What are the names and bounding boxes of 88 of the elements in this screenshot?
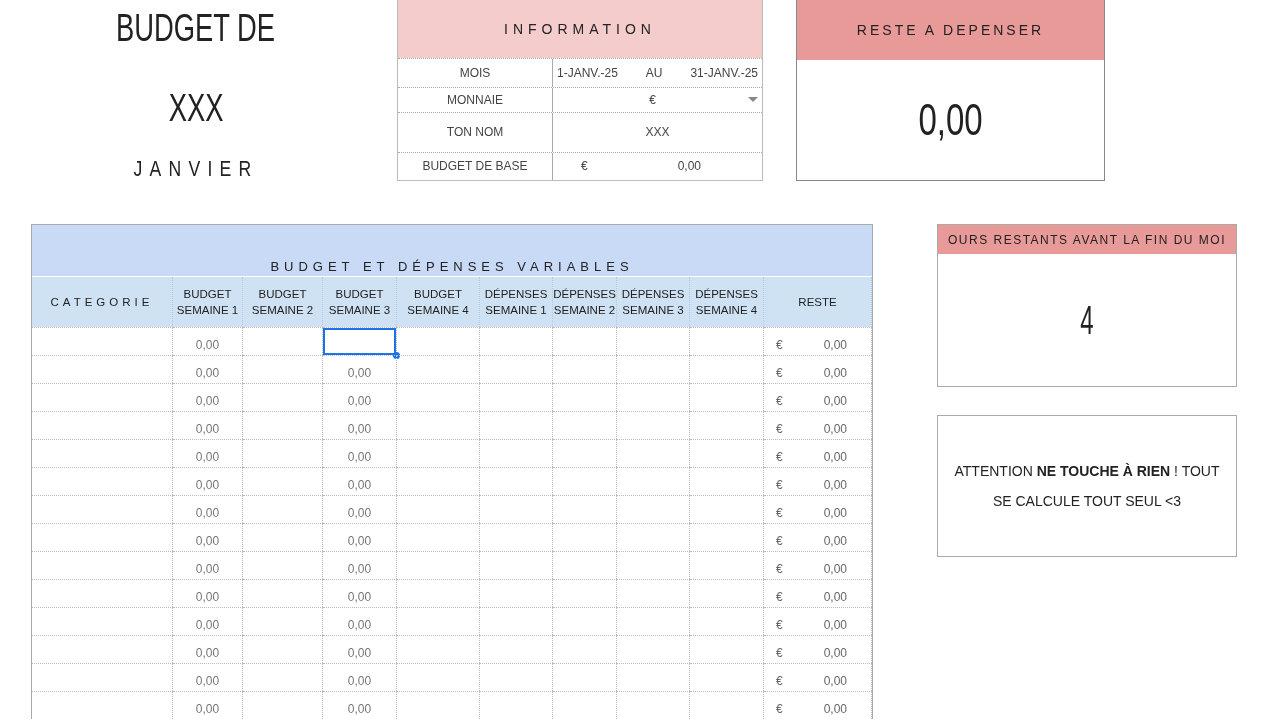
- table-cell: 0,00: [173, 607, 243, 635]
- table-cell: € 0,00: [764, 579, 872, 607]
- remaining-heading: RESTE A DEPENSER: [797, 0, 1104, 60]
- column-header: BUDGET SEMAINE 2: [243, 277, 323, 327]
- table-cell: [553, 439, 617, 467]
- table-cell: 0,00: [173, 383, 243, 411]
- page-title: XXX: [168, 88, 224, 128]
- table-cell[interactable]: 0,00: [323, 523, 397, 551]
- column-header: RESTE: [764, 277, 872, 327]
- column-header: DÉPENSES SEMAINE 3: [617, 277, 690, 327]
- amount-value: 0,00: [677, 159, 702, 174]
- table-cell: 0,00: [173, 635, 243, 663]
- info-label: BUDGET DE BASE: [398, 152, 553, 180]
- table-cell[interactable]: 0,00: [323, 663, 397, 691]
- currency-value: €: [649, 92, 656, 107]
- table-cell: 0,00: [173, 467, 243, 495]
- table-cell: € 0,00: [764, 383, 872, 411]
- table-cell: € 0,00: [764, 691, 872, 719]
- column-header: DÉPENSES SEMAINE 1: [480, 277, 553, 327]
- table-cell: € 0,00: [764, 663, 872, 691]
- table-cell: € 0,00: [764, 523, 872, 551]
- table-cell[interactable]: 0,00: [323, 607, 397, 635]
- table-cell[interactable]: 0,00: [323, 495, 397, 523]
- days-left-heading: OURS RESTANTS AVANT LA FIN DU MOI: [938, 225, 1236, 254]
- table-cell[interactable]: 0,00: [323, 551, 397, 579]
- table-title: BUDGET ET DÉPENSES VARIABLES: [32, 225, 872, 277]
- table-cell: 0,00: [173, 579, 243, 607]
- table-cell: 0,00: [173, 411, 243, 439]
- table-cell: [553, 355, 617, 383]
- table-cell: € 0,00: [764, 495, 872, 523]
- warning-note: ATTENTION NE TOUCHE À RIEN ! TOUT SE CALCULE TOUT SEUL <3: [953, 462, 1221, 511]
- name-value: XXX: [645, 125, 670, 140]
- dropdown-caret-icon[interactable]: [748, 97, 758, 103]
- remaining-value: 0,00: [917, 94, 984, 146]
- table-cell: € 0,00: [764, 607, 872, 635]
- table-cell: [553, 383, 617, 411]
- table-cell: [553, 523, 617, 551]
- days-left-value: 4: [1079, 296, 1095, 344]
- month-label: JANVIER: [133, 156, 259, 182]
- table-cell: [553, 635, 617, 663]
- start-date: 1-JANV.-25: [557, 65, 618, 80]
- date-separator: AU: [645, 65, 663, 80]
- table-cell[interactable]: 0,00: [323, 467, 397, 495]
- table-cell: € 0,00: [764, 355, 872, 383]
- table-cell: 0,00: [173, 495, 243, 523]
- table-cell: [553, 327, 617, 355]
- column-header: DÉPENSES SEMAINE 4: [690, 277, 764, 327]
- page-title: BUDGET DE: [116, 8, 276, 48]
- info-label: TON NOM: [398, 112, 553, 152]
- column-header: BUDGET SEMAINE 4: [397, 277, 480, 327]
- table-cell: 0,00: [173, 523, 243, 551]
- table-cell: [553, 579, 617, 607]
- table-cell: € 0,00: [764, 467, 872, 495]
- table-cell: [553, 691, 617, 719]
- table-cell[interactable]: 0,00: [323, 635, 397, 663]
- table-cell[interactable]: 0,00: [323, 411, 397, 439]
- info-label: MOIS: [398, 59, 553, 87]
- table-cell: [553, 551, 617, 579]
- table-cell[interactable]: 0,00: [323, 691, 397, 719]
- table-cell[interactable]: 0,00: [323, 355, 397, 383]
- table-cell[interactable]: 0,00: [323, 579, 397, 607]
- fill-handle[interactable]: [393, 352, 400, 359]
- column-header: CATEGORIE: [32, 277, 173, 327]
- table-cell[interactable]: 0,00: [323, 439, 397, 467]
- table-cell: € 0,00: [764, 439, 872, 467]
- information-heading: INFORMATION: [398, 0, 762, 59]
- table-cell: 0,00: [173, 439, 243, 467]
- table-cell: [553, 411, 617, 439]
- table-cell: [553, 467, 617, 495]
- table-cell: [553, 663, 617, 691]
- column-header: DÉPENSES SEMAINE 2: [553, 277, 617, 327]
- end-date: 31-JANV.-25: [690, 65, 758, 80]
- table-cell: 0,00: [173, 691, 243, 719]
- table-cell: [553, 495, 617, 523]
- info-label: MONNAIE: [398, 87, 553, 112]
- currency-symbol: €: [581, 159, 588, 174]
- table-cell: € 0,00: [764, 327, 872, 355]
- table-cell: € 0,00: [764, 551, 872, 579]
- table-cell: 0,00: [173, 663, 243, 691]
- table-cell: 0,00: [173, 551, 243, 579]
- table-cell: 0,00: [173, 327, 243, 355]
- table-cell: [553, 607, 617, 635]
- column-header: BUDGET SEMAINE 3: [323, 277, 397, 327]
- table-cell: € 0,00: [764, 635, 872, 663]
- table-cell: 0,00: [173, 355, 243, 383]
- table-cell: € 0,00: [764, 411, 872, 439]
- table-cell[interactable]: 0,00: [323, 383, 397, 411]
- column-header: BUDGET SEMAINE 1: [173, 277, 243, 327]
